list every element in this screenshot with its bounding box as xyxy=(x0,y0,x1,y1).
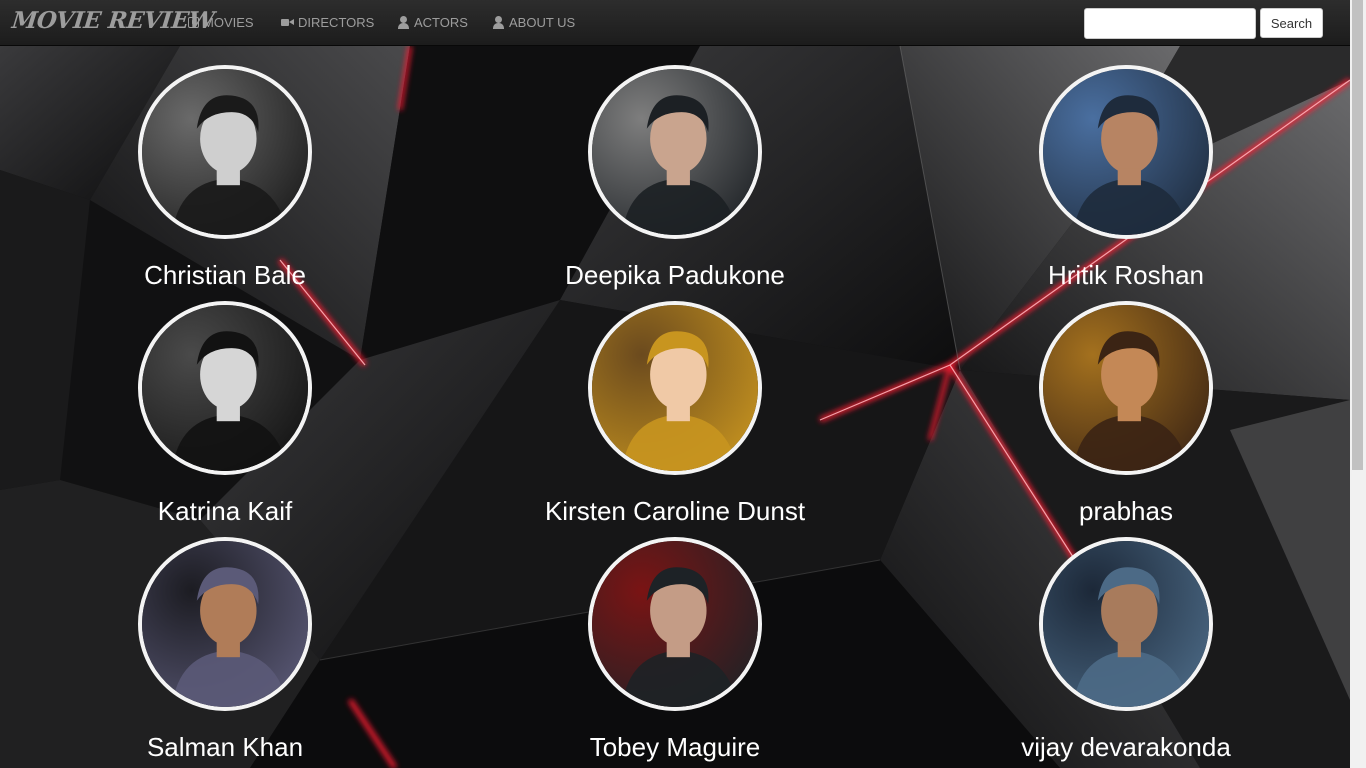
actor-photo[interactable] xyxy=(138,537,312,711)
search-button[interactable]: Search xyxy=(1260,8,1323,38)
nav-about-link[interactable]: ABOUT US xyxy=(492,15,575,30)
nav-actors-link[interactable]: ACTORS xyxy=(397,15,468,30)
actor-name[interactable]: Christian Bale xyxy=(45,260,405,291)
nav-movies-link[interactable]: MOVIES xyxy=(188,15,254,30)
actor-photo[interactable] xyxy=(588,65,762,239)
scrollbar-thumb[interactable] xyxy=(1352,0,1363,470)
actor-name[interactable]: Salman Khan xyxy=(45,732,405,763)
nav-about-label: ABOUT US xyxy=(509,15,576,30)
actor-name[interactable]: Tobey Maguire xyxy=(495,732,855,763)
actor-name[interactable]: Deepika Padukone xyxy=(495,260,855,291)
brand-logo[interactable]: MOVIE REVIEW xyxy=(11,7,216,34)
user-icon xyxy=(492,16,505,29)
page-scrollbar[interactable] xyxy=(1350,0,1366,768)
actor-photo[interactable] xyxy=(1039,537,1213,711)
user-icon xyxy=(397,16,410,29)
actor-name[interactable]: prabhas xyxy=(946,496,1306,527)
video-camera-icon xyxy=(281,16,294,29)
actor-photo[interactable] xyxy=(588,537,762,711)
actor-photo[interactable] xyxy=(1039,65,1213,239)
actor-photo[interactable] xyxy=(588,301,762,475)
nav-actors-label: ACTORS xyxy=(414,15,468,30)
nav-directors-link[interactable]: DIRECTORS xyxy=(281,15,374,30)
search-input[interactable] xyxy=(1084,8,1256,39)
actor-photo[interactable] xyxy=(138,301,312,475)
actor-name[interactable]: Katrina Kaif xyxy=(45,496,405,527)
top-navbar: MOVIE REVIEW MOVIES DIRECTORS ACTORS ABO… xyxy=(0,0,1350,46)
nav-movies-label: MOVIES xyxy=(203,15,254,30)
actor-photo[interactable] xyxy=(1039,301,1213,475)
nav-directors-label: DIRECTORS xyxy=(298,15,375,30)
actor-photo[interactable] xyxy=(138,65,312,239)
actor-name[interactable]: Hritik Roshan xyxy=(946,260,1306,291)
actor-name[interactable]: vijay devarakonda xyxy=(946,732,1306,763)
actor-name[interactable]: Kirsten Caroline Dunst xyxy=(495,496,855,527)
play-icon xyxy=(188,17,199,28)
